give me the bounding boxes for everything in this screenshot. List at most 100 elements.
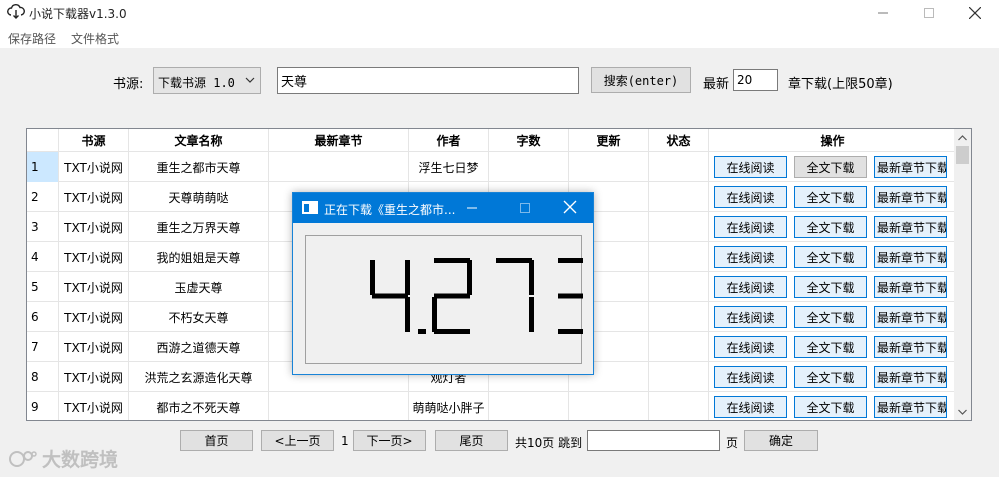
current-page: 1: [341, 434, 349, 448]
header-ops[interactable]: 操作: [709, 129, 956, 152]
row-latest-chapter: [269, 392, 409, 420]
row-ops: 在线阅读 全文下载 最新章节下载: [709, 152, 956, 182]
latest-download-button[interactable]: 最新章节下载: [874, 156, 947, 178]
latest-download-button[interactable]: 最新章节下载: [874, 246, 947, 268]
row-ops: 在线阅读 全文下载 最新章节下载: [709, 392, 956, 420]
header-source[interactable]: 书源: [59, 129, 129, 152]
full-download-button[interactable]: 全文下载: [794, 276, 867, 298]
latest-download-button[interactable]: 最新章节下载: [874, 186, 947, 208]
dialog-close-icon[interactable]: [563, 200, 577, 214]
full-download-button[interactable]: 全文下载: [794, 246, 867, 268]
full-download-button[interactable]: 全文下载: [794, 156, 867, 178]
row-number: 5: [27, 272, 59, 302]
chapter-count-input[interactable]: [733, 69, 778, 91]
dialog-title: 正在下载《重生之都市...: [324, 203, 456, 217]
scroll-down-icon[interactable]: [954, 403, 971, 420]
header-name[interactable]: 文章名称: [129, 129, 269, 152]
lcd-segment: [496, 258, 532, 263]
row-ops: 在线阅读 全文下载 最新章节下载: [709, 182, 956, 212]
minimize-button[interactable]: [860, 0, 906, 26]
row-ops: 在线阅读 全文下载 最新章节下载: [709, 212, 956, 242]
row-number: 1: [27, 152, 59, 182]
full-download-button[interactable]: 全文下载: [794, 396, 867, 418]
full-download-button[interactable]: 全文下载: [794, 306, 867, 328]
dialog-minimize-icon[interactable]: [465, 201, 479, 215]
row-words: [489, 152, 569, 182]
row-source: TXT小说网: [59, 392, 129, 420]
row-state: [649, 242, 709, 272]
lcd-progress-display: [305, 235, 583, 364]
vertical-scrollbar[interactable]: [954, 129, 971, 420]
table-row[interactable]: 1 TXT小说网 重生之都市天尊 浮生七日梦 在线阅读 全文下载 最新章节下载: [27, 152, 956, 182]
read-online-button[interactable]: 在线阅读: [714, 396, 787, 418]
read-online-button[interactable]: 在线阅读: [714, 216, 787, 238]
header-state[interactable]: 状态: [649, 129, 709, 152]
latest-download-button[interactable]: 最新章节下载: [874, 216, 947, 238]
download-dialog: 正在下载《重生之都市...: [292, 192, 594, 375]
title-bar: 小说下载器v1.3.0: [0, 0, 999, 26]
row-name: 玉虚天尊: [129, 272, 269, 302]
lcd-segment: [467, 260, 472, 295]
search-input[interactable]: [277, 67, 579, 94]
source-select[interactable]: 下载书源 1.0: [153, 67, 261, 94]
maximize-button[interactable]: [906, 0, 952, 26]
last-page-button[interactable]: 尾页: [435, 430, 508, 451]
header-update[interactable]: 更新: [569, 129, 649, 152]
read-online-button[interactable]: 在线阅读: [714, 366, 787, 388]
dialog-maximize-icon[interactable]: [518, 201, 532, 215]
latest-download-button[interactable]: 最新章节下载: [874, 336, 947, 358]
row-name: 重生之都市天尊: [129, 152, 269, 182]
confirm-jump-button[interactable]: 确定: [744, 430, 818, 451]
menu-save-path[interactable]: 保存路径: [8, 30, 56, 47]
close-icon: [969, 7, 981, 19]
latest-download-button[interactable]: 最新章节下载: [874, 306, 947, 328]
lcd-segment: [558, 329, 583, 334]
row-source: TXT小说网: [59, 272, 129, 302]
header-author[interactable]: 作者: [409, 129, 489, 152]
latest-download-button[interactable]: 最新章节下载: [874, 366, 947, 388]
row-source: TXT小说网: [59, 152, 129, 182]
row-name: 都市之不死天尊: [129, 392, 269, 420]
full-download-button[interactable]: 全文下载: [794, 186, 867, 208]
chevron-down-icon: [245, 77, 255, 83]
menu-file-format[interactable]: 文件格式: [71, 30, 119, 47]
full-download-button[interactable]: 全文下载: [794, 216, 867, 238]
read-online-button[interactable]: 在线阅读: [714, 306, 787, 328]
first-page-button[interactable]: 首页: [180, 430, 253, 451]
table-row[interactable]: 9 TXT小说网 都市之不死天尊 萌萌哒小胖子 在线阅读 全文下载 最新章节下载: [27, 392, 956, 420]
read-online-button[interactable]: 在线阅读: [714, 156, 787, 178]
cloud-download-icon: [7, 4, 25, 19]
lcd-segment: [370, 260, 375, 295]
latest-download-button[interactable]: 最新章节下载: [874, 276, 947, 298]
next-page-button[interactable]: 下一页>: [353, 430, 426, 451]
prev-page-button[interactable]: <上一页: [261, 430, 334, 451]
scroll-up-icon[interactable]: [954, 129, 971, 146]
row-ops: 在线阅读 全文下载 最新章节下载: [709, 302, 956, 332]
row-state: [649, 152, 709, 182]
row-source: TXT小说网: [59, 362, 129, 392]
search-button[interactable]: 搜索(enter): [591, 67, 691, 93]
row-name: 洪荒之玄源造化天尊: [129, 362, 269, 392]
header-words[interactable]: 字数: [489, 129, 569, 152]
lcd-segment: [432, 297, 437, 332]
watermark-text: 大数跨境: [42, 449, 119, 471]
row-source: TXT小说网: [59, 182, 129, 212]
row-state: [649, 362, 709, 392]
full-download-button[interactable]: 全文下载: [794, 336, 867, 358]
read-online-button[interactable]: 在线阅读: [714, 276, 787, 298]
scroll-thumb[interactable]: [956, 146, 969, 164]
full-download-button[interactable]: 全文下载: [794, 366, 867, 388]
maximize-icon: [924, 8, 934, 18]
row-author: 萌萌哒小胖子: [409, 392, 489, 420]
minimize-icon: [878, 12, 888, 14]
row-latest-chapter: [269, 152, 409, 182]
header-latest[interactable]: 最新章节: [269, 129, 409, 152]
lcd-segment: [434, 293, 470, 299]
read-online-button[interactable]: 在线阅读: [714, 246, 787, 268]
page-jump-input[interactable]: [587, 430, 720, 451]
close-button[interactable]: [952, 0, 998, 26]
latest-download-button[interactable]: 最新章节下载: [874, 396, 947, 418]
chapters-label: 章下载(上限50章): [788, 77, 893, 92]
read-online-button[interactable]: 在线阅读: [714, 186, 787, 208]
read-online-button[interactable]: 在线阅读: [714, 336, 787, 358]
